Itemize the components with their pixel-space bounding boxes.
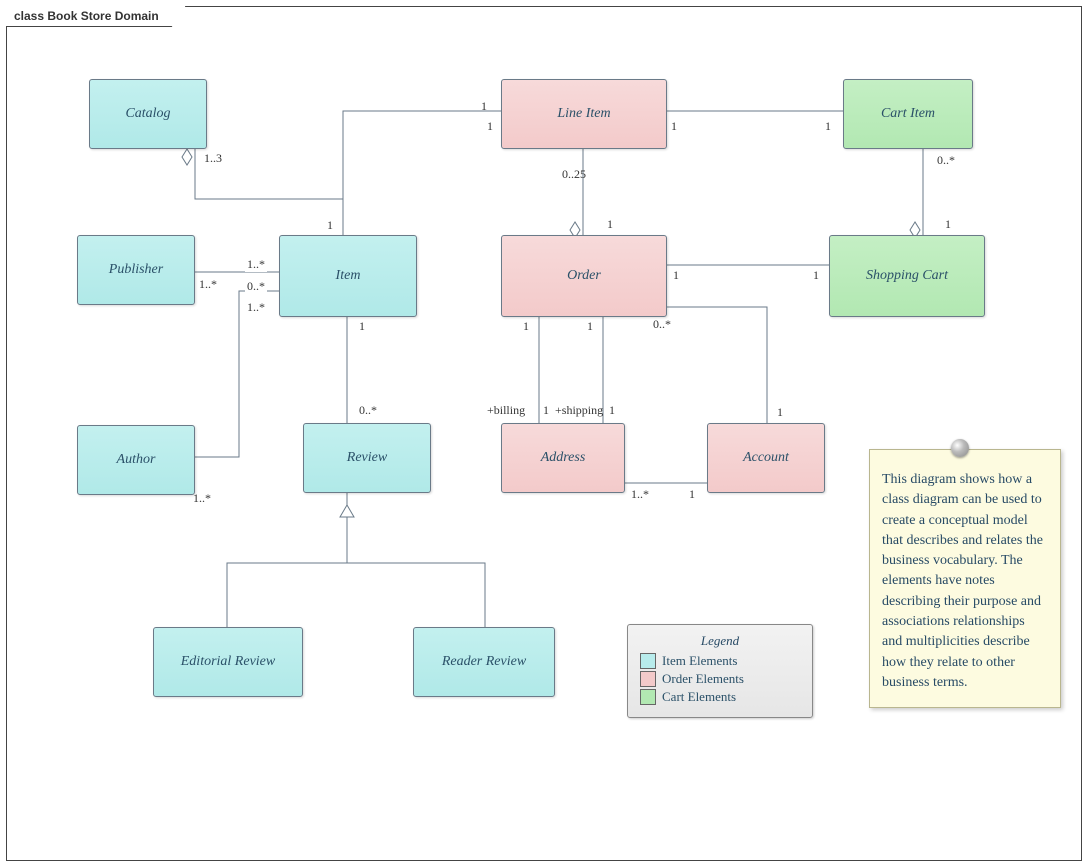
class-author[interactable]: Author xyxy=(77,425,195,495)
mult-order-billing-addr: 1 xyxy=(543,403,549,418)
frame-title: class Book Store Domain xyxy=(6,6,186,27)
class-address[interactable]: Address xyxy=(501,423,625,493)
mult-catalog-item-catalog: 1..3 xyxy=(204,151,222,166)
class-editorial[interactable]: Editorial Review xyxy=(153,627,303,697)
mult-cart-cartitem-ci: 0..* xyxy=(937,153,955,168)
mult-publisher-item-pub: 1..* xyxy=(199,277,217,292)
mult-catalog-item-item: 1 xyxy=(327,218,333,233)
mult-cart-cartitem-cart: 1 xyxy=(945,217,951,232)
legend-row-item: Item Elements xyxy=(640,653,800,669)
note-pin-icon xyxy=(951,439,969,457)
class-label: Reader Review xyxy=(442,654,526,670)
class-catalog[interactable]: Catalog xyxy=(89,79,207,149)
mult-item-review-item: 1 xyxy=(359,319,365,334)
mult-order-shipping-order: 1 xyxy=(587,319,593,334)
class-label: Line Item xyxy=(557,106,610,122)
mult-item-review-extra: 1..* xyxy=(245,300,267,315)
class-label: Address xyxy=(541,450,586,466)
class-cartitem[interactable]: Cart Item xyxy=(843,79,973,149)
class-lineitem[interactable]: Line Item xyxy=(501,79,667,149)
class-label: Cart Item xyxy=(881,106,935,122)
class-label: Item xyxy=(336,268,361,284)
mult-lineitem-cartitem-li: 1 xyxy=(671,119,677,134)
legend-row-order: Order Elements xyxy=(640,671,800,687)
mult-order-account-order: 0..* xyxy=(653,317,671,332)
mult-order-lineitem-li: 0..25 xyxy=(562,167,586,182)
class-label: Shopping Cart xyxy=(866,268,948,284)
mult-item-lineitem-li: 1 xyxy=(487,119,493,134)
class-label: Catalog xyxy=(125,106,170,122)
class-account[interactable]: Account xyxy=(707,423,825,493)
class-label: Review xyxy=(347,450,387,466)
mult-order-billing-order: 1 xyxy=(523,319,529,334)
role-shipping: +shipping xyxy=(555,403,603,418)
mult-order-cart-cart: 1 xyxy=(813,268,819,283)
class-review[interactable]: Review xyxy=(303,423,431,493)
class-label: Account xyxy=(743,450,789,466)
legend-label-order: Order Elements xyxy=(662,671,744,687)
mult-order-cart-order: 1 xyxy=(673,268,679,283)
class-cart[interactable]: Shopping Cart xyxy=(829,235,985,317)
mult-account-address-addr: 1..* xyxy=(631,487,649,502)
legend-swatch-item xyxy=(640,653,656,669)
mult-account-address-acct: 1 xyxy=(689,487,695,502)
mult-order-lineitem-order: 1 xyxy=(607,217,613,232)
legend: Legend Item Elements Order Elements Cart… xyxy=(627,624,813,718)
mult-lineitem-cartitem-ci: 1 xyxy=(825,119,831,134)
class-reader[interactable]: Reader Review xyxy=(413,627,555,697)
class-order[interactable]: Order xyxy=(501,235,667,317)
note-text: This diagram shows how a class diagram c… xyxy=(882,472,1043,690)
legend-label-cart: Cart Elements xyxy=(662,689,736,705)
mult-order-account-account: 1 xyxy=(777,405,783,420)
class-publisher[interactable]: Publisher xyxy=(77,235,195,305)
legend-swatch-order xyxy=(640,671,656,687)
class-label: Author xyxy=(117,452,156,468)
role-billing: +billing xyxy=(487,403,525,418)
diagram-note: This diagram shows how a class diagram c… xyxy=(869,449,1061,708)
mult-order-shipping-addr: 1 xyxy=(609,403,615,418)
legend-row-cart: Cart Elements xyxy=(640,689,800,705)
mult-item-review-review: 0..* xyxy=(359,403,377,418)
class-item[interactable]: Item xyxy=(279,235,417,317)
class-label: Editorial Review xyxy=(181,654,275,670)
mult-author-item-author: 1..* xyxy=(193,491,211,506)
mult-publisher-item-item: 1..* xyxy=(245,257,267,272)
class-label: Publisher xyxy=(109,262,163,278)
frame-title-text: class Book Store Domain xyxy=(14,9,159,23)
legend-title: Legend xyxy=(640,633,800,649)
mult-item-lineitem-item: 1 xyxy=(481,99,487,114)
legend-label-item: Item Elements xyxy=(662,653,737,669)
mult-author-item-item: 0..* xyxy=(245,279,267,294)
class-label: Order xyxy=(567,268,601,284)
diagram-frame: class Book Store Domain xyxy=(6,6,1082,861)
legend-swatch-cart xyxy=(640,689,656,705)
